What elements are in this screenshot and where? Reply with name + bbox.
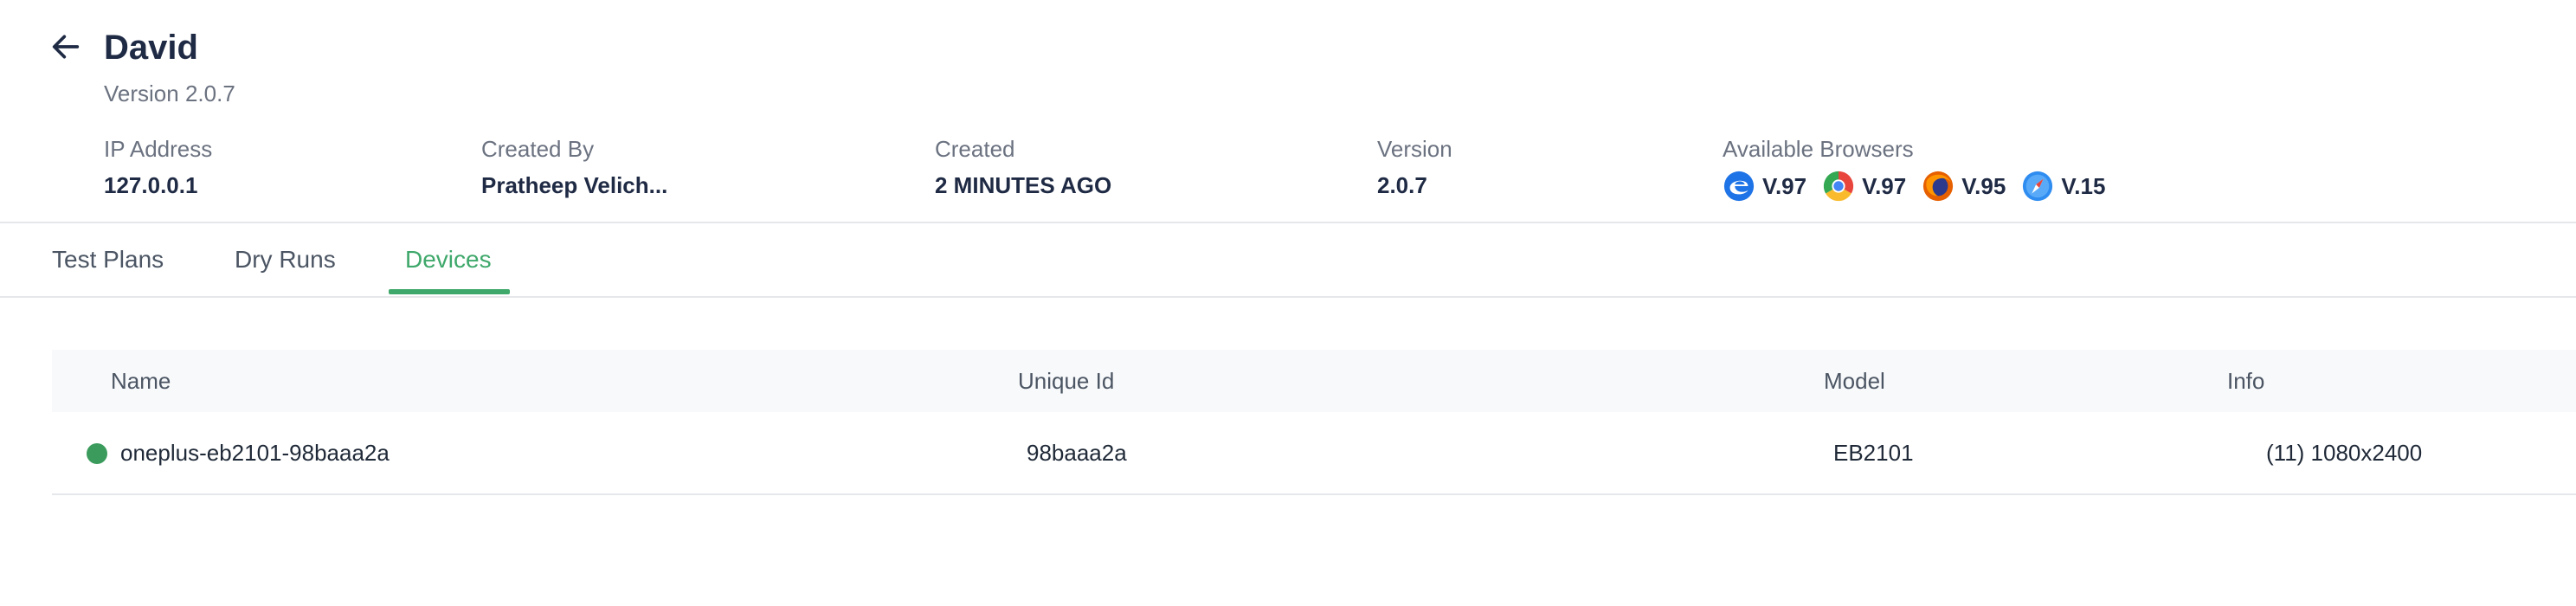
browser-version: V.97 xyxy=(1862,172,1907,199)
tab-devices[interactable]: Devices xyxy=(405,223,492,296)
browser-version: V.97 xyxy=(1762,172,1807,199)
meta-label: IP Address xyxy=(104,136,213,162)
online-status-dot xyxy=(87,443,107,464)
page-header: David Version 2.0.7 IP Address 127.0.0.1… xyxy=(0,0,2576,223)
column-header-model: Model xyxy=(1824,368,1885,394)
meta-label: Version xyxy=(1377,136,1452,162)
browser-safari: V.15 xyxy=(2021,170,2105,203)
device-info: (11) 1080x2400 xyxy=(2266,440,2423,466)
browser-list: V.97 V.97 V.95 V.15 xyxy=(1723,170,2121,203)
meta-value: Pratheep Velich... xyxy=(481,172,668,198)
meta-value: 2 MINUTES AGO xyxy=(935,172,1112,198)
device-name[interactable]: oneplus-eb2101-98baaa2a xyxy=(120,412,390,493)
table-header: Name Unique Id Model Info xyxy=(52,350,2576,412)
column-header-name: Name xyxy=(111,368,171,394)
column-header-info: Info xyxy=(2227,368,2265,394)
column-header-unique-id: Unique Id xyxy=(1018,368,1115,394)
meta-created: Created 2 MINUTES AGO xyxy=(935,135,1111,199)
version-subtitle: Version 2.0.7 xyxy=(104,81,235,106)
back-arrow-icon[interactable] xyxy=(48,29,83,64)
browser-edge: V.97 xyxy=(1723,170,1806,203)
table-row[interactable]: oneplus-eb2101-98baaa2a 98baaa2a EB2101 … xyxy=(52,412,2576,495)
tab-test-plans[interactable]: Test Plans xyxy=(52,223,164,296)
browser-chrome: V.97 xyxy=(1822,170,1906,203)
meta-version: Version 2.0.7 xyxy=(1377,135,1452,199)
chrome-icon xyxy=(1823,171,1854,202)
safari-icon xyxy=(2023,171,2053,202)
browser-firefox: V.95 xyxy=(1922,170,2006,203)
tab-dry-runs[interactable]: Dry Runs xyxy=(235,223,336,296)
meta-label: Created By xyxy=(481,136,595,162)
tab-bar: Test Plans Dry Runs Devices xyxy=(0,223,2576,298)
device-model: EB2101 xyxy=(1833,440,1914,466)
device-unique-id: 98baaa2a xyxy=(1027,440,1127,466)
meta-ip-address: IP Address 127.0.0.1 xyxy=(104,135,212,199)
edge-icon xyxy=(1723,171,1755,202)
meta-label: Created xyxy=(935,136,1015,162)
meta-created-by: Created By Pratheep Velich... xyxy=(481,135,667,199)
devices-table: Name Unique Id Model Info oneplus-eb2101… xyxy=(52,350,2576,495)
firefox-icon xyxy=(1923,171,1954,202)
meta-value: 127.0.0.1 xyxy=(104,172,198,198)
meta-label: Available Browsers xyxy=(1723,136,1914,162)
browser-version: V.95 xyxy=(1961,172,2006,199)
page-title: David xyxy=(104,29,198,67)
browser-version: V.15 xyxy=(2061,172,2106,199)
meta-available-browsers: Available Browsers V.97 V.97 V.95 V.15 xyxy=(1723,135,2121,203)
meta-value: 2.0.7 xyxy=(1377,172,1427,198)
active-tab-indicator xyxy=(389,289,510,294)
